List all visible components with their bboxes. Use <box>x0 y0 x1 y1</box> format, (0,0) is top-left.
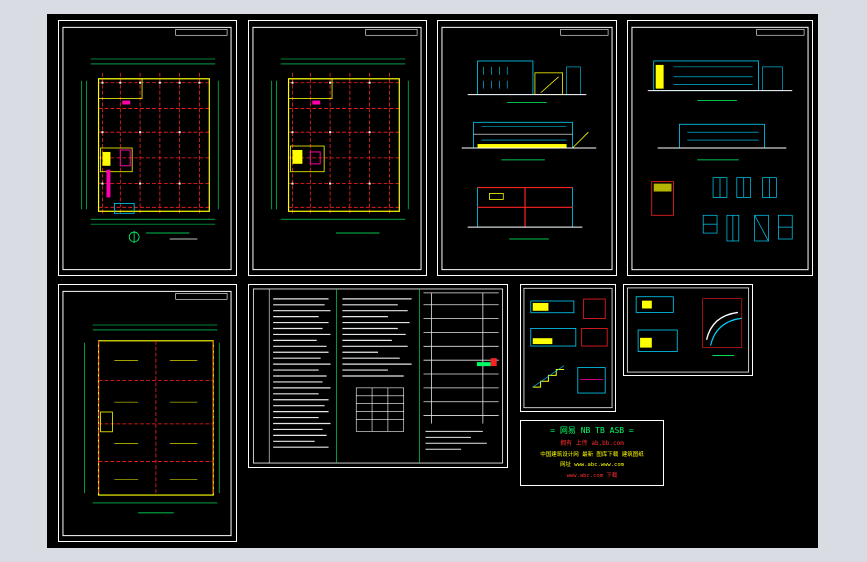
design-notes-drawing <box>252 288 504 464</box>
first-floor-plan-drawing <box>62 26 232 271</box>
sheet-elevations-windows[interactable] <box>627 20 813 276</box>
elevations-windows-drawing <box>631 26 809 271</box>
sheet-second-floor-plan[interactable] <box>248 20 427 276</box>
download-stamp: = 网易 NB TB ASB = 拥有 上传 ab.bb.com 中国建筑设计网… <box>520 420 664 486</box>
roof-plan-drawing <box>62 290 232 537</box>
cad-viewer: = 网易 NB TB ASB = 拥有 上传 ab.bb.com 中国建筑设计网… <box>0 0 867 562</box>
stamp-footer: www.abc.com 下载 <box>566 473 618 479</box>
sheet-design-notes[interactable] <box>248 284 508 468</box>
stamp-subtitle: 拥有 上传 ab.bb.com <box>560 440 624 447</box>
drawing-canvas[interactable]: = 网易 NB TB ASB = 拥有 上传 ab.bb.com 中国建筑设计网… <box>47 14 818 548</box>
stamp-url: 网址 www.abc.www.com <box>560 462 624 468</box>
sheet-stair-plans[interactable] <box>623 284 753 376</box>
sheet-roof-plan[interactable] <box>58 284 237 542</box>
sheet-elevations-sections[interactable] <box>437 20 617 276</box>
stamp-site-name: 中国建筑设计网 最新 图库下载 建筑图纸 <box>540 452 644 458</box>
stamp-title: = 网易 NB TB ASB = <box>550 426 634 435</box>
stair-plans-drawing <box>626 287 750 373</box>
stair-details-drawing <box>523 287 613 409</box>
sheet-stair-details[interactable] <box>520 284 616 412</box>
second-floor-plan-drawing <box>252 26 422 271</box>
sheet-first-floor-plan[interactable] <box>58 20 237 276</box>
elevations-sections-drawing <box>441 26 613 271</box>
